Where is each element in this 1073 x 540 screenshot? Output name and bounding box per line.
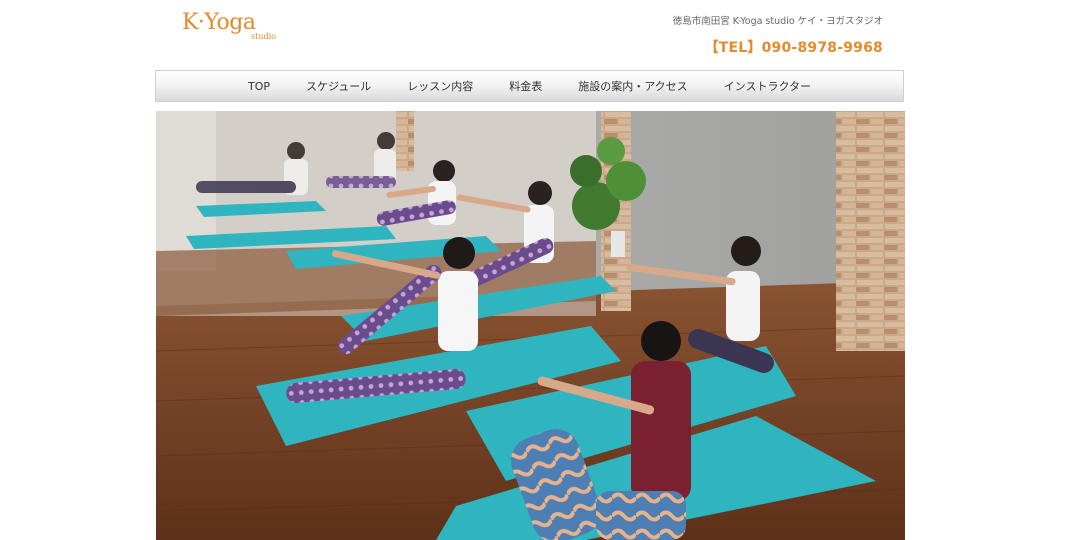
nav-item-access[interactable]: 施設の案内・アクセス — [560, 78, 705, 94]
site-tagline: 徳島市南田宮 K-Yoga studio ケイ・ヨガスタジオ — [672, 16, 883, 27]
logo-text: K·Yoga — [182, 10, 256, 35]
nav-item-schedule[interactable]: スケジュール — [288, 78, 389, 94]
phone-number[interactable]: 【TEL】090-8978-9968 — [673, 37, 883, 57]
header-info: 徳島市南田宮 K-Yoga studio ケイ・ヨガスタジオ 【TEL】090-… — [673, 13, 883, 57]
yoga-class-photo — [156, 111, 905, 540]
hero-image — [156, 111, 905, 540]
site-logo[interactable]: K·Yoga studio — [182, 10, 282, 44]
nav-item-top[interactable]: TOP — [230, 80, 288, 93]
logo-subtext: studio — [251, 32, 276, 41]
nav-item-lessons[interactable]: レッスン内容 — [389, 78, 491, 94]
nav-item-instructors[interactable]: インストラクター — [706, 78, 829, 94]
main-navigation: TOP スケジュール レッスン内容 料金表 施設の案内・アクセス インストラクタ… — [155, 70, 904, 102]
nav-item-pricing[interactable]: 料金表 — [491, 78, 560, 94]
